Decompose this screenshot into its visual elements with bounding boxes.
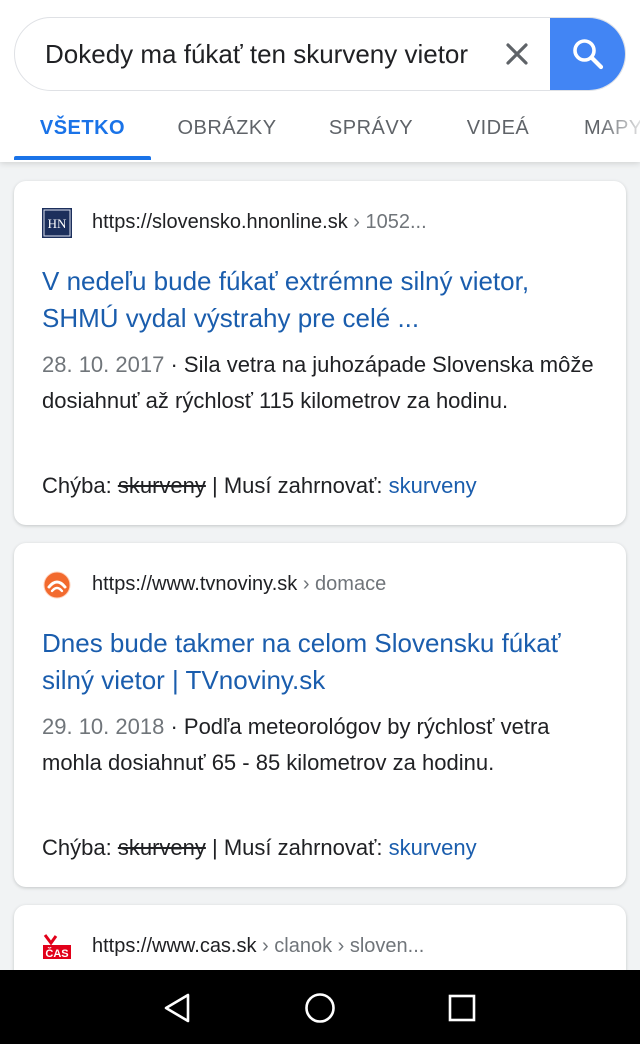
result-snippet: 28. 10. 2017 · Sila vetra na juhozápade … <box>42 347 602 419</box>
missing-terms: Chýba: skurveny | Musí zahrnovať: skurve… <box>42 469 602 503</box>
result-url: https://slovensko.hnonline.sk › 1052... <box>92 211 427 234</box>
search-button[interactable] <box>550 18 625 90</box>
missing-term: skurveny <box>117 473 206 498</box>
search-result: https://www.tvnoviny.sk › domace Dnes bu… <box>14 543 626 887</box>
result-source[interactable]: https://www.tvnoviny.sk › domace <box>42 569 602 599</box>
result-url: https://www.cas.sk › clanok › sloven... <box>92 935 424 958</box>
back-triangle-icon[interactable] <box>158 988 198 1028</box>
must-include-label: | Musí zahrnovať: <box>205 473 389 498</box>
result-snippet: 29. 10. 2018 · Podľa meteorológov by rýc… <box>42 709 602 781</box>
result-title-link[interactable]: V nedeľu bude fúkať extrémne silný vieto… <box>42 263 602 337</box>
missing-terms: Chýba: skurveny | Musí zahrnovať: skurve… <box>42 831 602 865</box>
search-icon <box>573 39 604 70</box>
system-navigation-bar <box>0 970 640 1044</box>
tab-videos[interactable]: VIDEÁ <box>454 104 542 162</box>
active-tab-indicator <box>14 156 151 160</box>
close-icon <box>506 43 528 65</box>
search-tabs: VŠETKO OBRÁZKY SPRÁVY VIDEÁ MAPY <box>0 104 640 162</box>
must-include-label: | Musí zahrnovať: <box>205 835 389 860</box>
hn-favicon: HN <box>42 208 72 238</box>
result-date: 28. 10. 2017 <box>42 352 165 377</box>
result-breadcrumb: › domace <box>297 573 387 595</box>
search-header: Dokedy ma fúkať ten skurveny vietor VŠET… <box>0 0 640 162</box>
svg-text:ČAS: ČAS <box>45 947 68 960</box>
search-result: HN https://slovensko.hnonline.sk › 1052.… <box>14 181 626 525</box>
recents-square-icon[interactable] <box>442 988 482 1028</box>
result-source[interactable]: ČAS https://www.cas.sk › clanok › sloven… <box>42 931 602 962</box>
result-title-link[interactable]: Dnes bude takmer na celom Slovensku fúka… <box>42 625 602 699</box>
missing-term: skurveny <box>117 835 206 860</box>
tab-maps[interactable]: MAPY <box>584 104 640 162</box>
tab-images[interactable]: OBRÁZKY <box>165 104 289 162</box>
result-domain: https://slovensko.hnonline.sk <box>92 211 348 233</box>
search-box[interactable]: Dokedy ma fúkať ten skurveny vietor <box>14 17 626 91</box>
result-date: 29. 10. 2018 <box>42 714 165 739</box>
result-url: https://www.tvnoviny.sk › domace <box>92 573 386 596</box>
tab-news[interactable]: SPRÁVY <box>315 104 427 162</box>
clear-search-button[interactable] <box>499 36 535 72</box>
result-breadcrumb: › clanok › sloven... <box>256 935 425 957</box>
cas-favicon: ČAS <box>42 932 72 962</box>
tab-all[interactable]: VŠETKO <box>14 104 151 162</box>
must-include-link[interactable]: skurveny <box>389 473 477 498</box>
svg-text:HN: HN <box>48 216 67 231</box>
missing-label: Chýba: <box>42 835 118 860</box>
result-source[interactable]: HN https://slovensko.hnonline.sk › 1052.… <box>42 207 602 238</box>
must-include-link[interactable]: skurveny <box>389 835 477 860</box>
search-input[interactable]: Dokedy ma fúkať ten skurveny vietor <box>45 18 487 90</box>
missing-label: Chýba: <box>42 473 118 498</box>
result-domain: https://www.tvnoviny.sk <box>92 573 298 595</box>
result-domain: https://www.cas.sk <box>92 935 257 957</box>
result-breadcrumb: › 1052... <box>347 211 427 233</box>
tvnoviny-favicon <box>43 571 71 599</box>
home-circle-icon[interactable] <box>300 988 340 1028</box>
